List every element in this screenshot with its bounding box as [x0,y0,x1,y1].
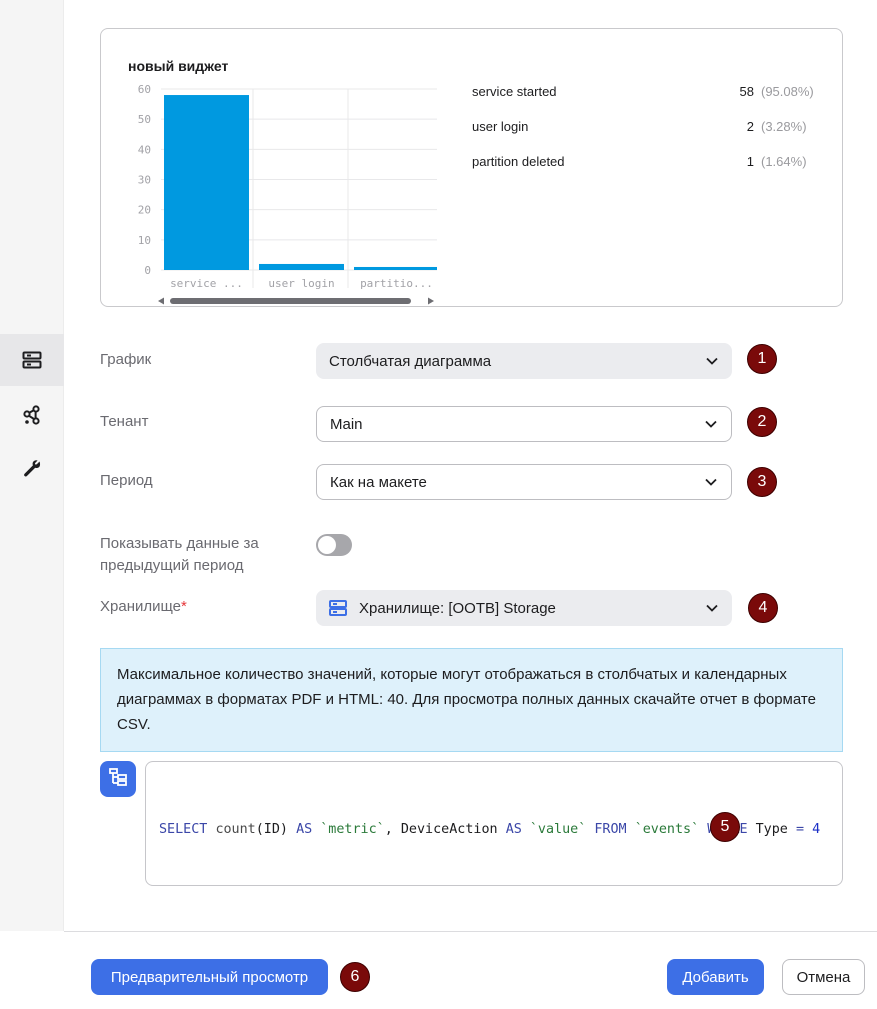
chart-y-axis: 0 10 20 30 40 50 60 [138,83,151,277]
storage-icon [22,351,42,369]
toggle-knob [318,536,336,554]
legend-label: service started [472,84,557,99]
sidebar-item-settings[interactable] [0,442,64,494]
scroll-left-arrow-icon[interactable] [158,297,164,305]
sql-token: = [795,822,804,837]
chart-type-select[interactable]: Столбчатая диаграмма [316,343,732,379]
legend-value: 2 [746,119,754,134]
legend-label: user login [472,119,529,134]
chart-type-label: График [100,351,152,368]
y-tick-label: 0 [144,264,151,277]
legend-item: partition deleted 1 (1.64%) [472,154,817,189]
y-tick-label: 40 [138,143,151,156]
chart-type-value: Столбчатая диаграмма [329,352,492,370]
sql-token: , DeviceAction [384,822,506,837]
sql-token: `value` [529,822,587,837]
chart-scrollbar[interactable] [158,297,434,305]
tenant-label: Тенант [100,413,149,430]
period-label: Период [100,472,153,489]
legend-item: service started 58 (95.08%) [472,84,817,119]
chevron-down-icon [705,478,717,486]
sidebar-item-storage[interactable] [0,334,64,386]
legend-value: 1 [746,154,754,169]
footer-divider [64,931,877,932]
y-tick-label: 50 [138,113,151,126]
widget-title: новый виджет [128,58,229,74]
sql-token: FROM [594,822,627,837]
annotation-badge: 4 [748,593,778,623]
sql-token: `events` [634,822,700,837]
scroll-right-arrow-icon[interactable] [428,297,434,305]
storage-label: Хранилище* [100,596,187,618]
tenant-value: Main [330,415,363,433]
y-tick-label: 60 [138,83,151,96]
sidebar-item-graph[interactable] [0,389,64,441]
x-tick-label: partitio... [360,277,433,290]
annotation-badge: 5 [710,812,740,842]
legend-percent: (3.28%) [761,119,807,134]
x-tick-label: user login [268,277,334,290]
annotation-badge: 1 [747,344,777,374]
sql-token: AS [505,822,522,837]
bar[interactable] [164,95,249,271]
sidebar [0,0,64,931]
query-builder-button[interactable] [100,761,136,797]
tenant-select[interactable]: Main [316,406,732,442]
chart-bars [164,95,437,271]
period-value: Как на макете [330,473,427,491]
annotation-badge: 3 [747,467,777,497]
legend-percent: (95.08%) [761,84,814,99]
y-tick-label: 10 [138,234,151,247]
bar-chart: 0 10 20 30 40 50 60 service ... user login parti… [138,83,437,305]
show-previous-label: Показывать данные за предыдущий период [100,533,259,577]
storage-icon [329,600,347,616]
scroll-thumb[interactable] [170,298,411,304]
legend-value: 58 [739,84,754,99]
annotation-badge: 6 [340,962,370,992]
cancel-button[interactable]: Отмена [782,959,865,995]
show-previous-toggle[interactable] [316,534,352,556]
legend-percent: (1.64%) [761,154,807,169]
bar[interactable] [259,263,344,270]
query-tree-icon [108,767,128,792]
storage-value: Хранилище: [OOTB] Storage [359,599,556,617]
x-tick-label: service ... [170,277,243,290]
legend-item: user login 2 (3.28%) [472,119,817,154]
graph-nodes-icon [22,405,42,425]
widget-editor-page: новый виджет 0 10 20 30 40 50 60 service ... us… [0,0,877,1009]
sql-token: count [215,822,256,837]
y-tick-label: 30 [138,174,151,187]
widget-preview-card: новый виджет 0 10 20 30 40 50 60 service ... us… [100,28,843,307]
chart-legend: service started 58 (95.08%) user login 2… [472,84,817,189]
storage-select[interactable]: Хранилище: [OOTB] Storage [316,590,732,626]
required-mark: * [181,598,187,615]
period-select[interactable]: Как на макете [316,464,732,500]
legend-label: partition deleted [472,154,565,169]
sql-token: (ID) [255,822,297,837]
chevron-down-icon [706,357,718,365]
wrench-icon [22,458,42,478]
annotation-badge: 2 [747,407,777,437]
chevron-down-icon [706,604,718,612]
sql-token: 4 [812,822,821,837]
chart-x-axis: service ... user login partitio... [170,277,433,290]
preview-button[interactable]: Предварительный просмотр [91,959,328,995]
sql-token: Type [747,822,796,837]
sql-token: AS [296,822,313,837]
y-tick-label: 20 [138,204,151,217]
bar[interactable] [354,266,437,270]
chevron-down-icon [705,420,717,428]
sql-token: `metric` [320,822,385,837]
sql-token: SELECT [159,822,208,837]
info-notice: Максимальное количество значений, которы… [100,648,843,752]
show-previous-label-line2: предыдущий период [100,557,244,574]
add-button[interactable]: Добавить [667,959,764,995]
storage-label-text: Хранилище [100,598,181,615]
show-previous-label-line1: Показывать данные за [100,535,259,552]
